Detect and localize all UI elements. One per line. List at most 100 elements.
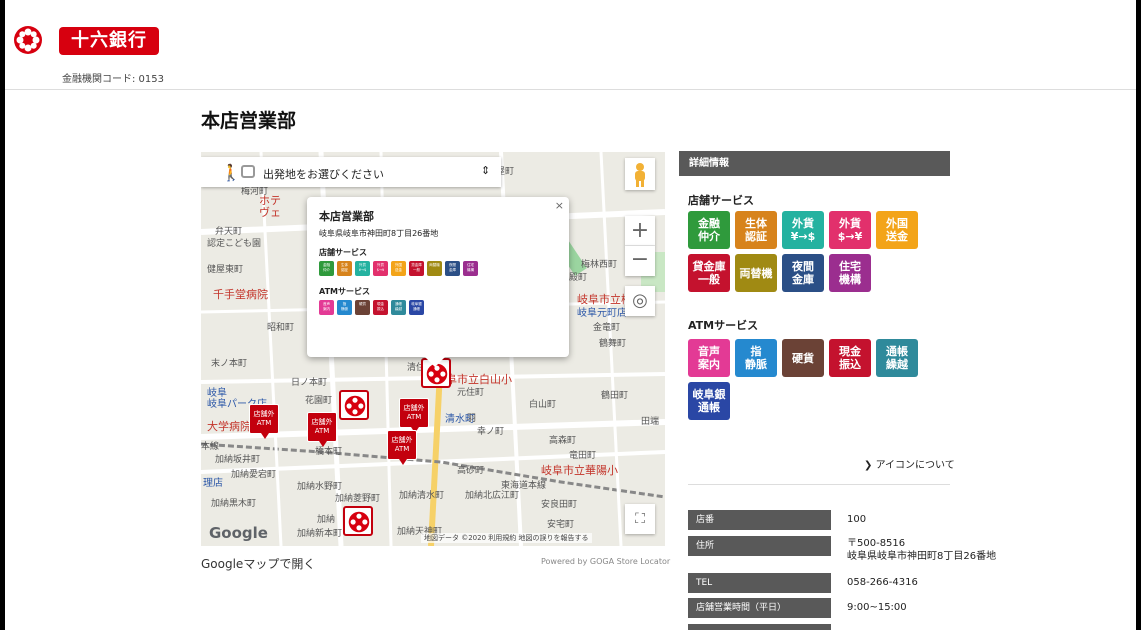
chevron-right-icon: ❯: [864, 460, 876, 471]
atm-pin[interactable]: 店舗外ATM: [399, 398, 429, 433]
icon-about-label: アイコンについて: [875, 460, 955, 471]
store-service-icon: 貸金庫 一般: [409, 261, 424, 276]
atm-service-icon: 現金 振込: [829, 339, 871, 377]
info-window-address: 岐阜県岐阜市神田町8丁目26番地: [319, 229, 439, 238]
branch-pin[interactable]: [339, 390, 369, 420]
route-origin-select[interactable]: 出発地をお選びください: [263, 166, 384, 182]
icon-about-link[interactable]: ❯ アイコンについて: [864, 456, 955, 471]
map-label: 鶴田町: [601, 391, 629, 401]
bank-code: 金融機関コード: 0153: [62, 74, 164, 85]
store-service-icon: 貸金庫 一般: [688, 254, 730, 292]
atm-pin[interactable]: 店舗外ATM: [387, 430, 417, 465]
atm-service-icon: 通帳 繰越: [876, 339, 918, 377]
map-label: 大学病院: [207, 420, 251, 433]
atm-service-icon: 岐阜銀 通帳: [688, 382, 730, 420]
zoom-in-button[interactable]: +: [625, 216, 655, 246]
map-label: 日ノ本町: [291, 378, 328, 388]
detail-value-tel: 058-266-4316: [847, 577, 918, 588]
map-label: 安良田町: [541, 500, 578, 510]
store-service-icon: 外貨 $→¥: [829, 211, 871, 249]
info-atm-services: 音声 案内指 静脈 硬貨 現金 振込 通帳 繰越 岐阜銀 通帳: [319, 300, 519, 315]
map-label: 殿町: [569, 273, 588, 283]
store-services-grid: 金融 仲介 生体 認証 外貨 ¥→$ 外貨 $→¥ 外国 送金 貸金庫 一般 両替機 夜間 金…: [688, 211, 928, 292]
map-label: 高砂町: [457, 466, 485, 476]
info-store-services-label: 店舗サービス: [319, 248, 367, 257]
store-service-icon: 両替機: [427, 261, 442, 276]
detail-value-hours: 9:00~15:00: [847, 602, 907, 613]
map-label: 加納: [317, 515, 336, 525]
store-service-icon: 両替機: [735, 254, 777, 292]
store-service-icon: 外貨 $→¥: [373, 261, 388, 276]
map-label: 田端: [641, 417, 660, 427]
page-title: 本店営業部: [201, 110, 297, 132]
street-view-pegman-icon[interactable]: [625, 158, 655, 190]
route-selector[interactable]: 🚶 出発地をお選びください ⇕: [201, 157, 501, 187]
atm-service-icon: 音声 案内: [319, 300, 334, 315]
map-label: 竜田町: [569, 451, 597, 461]
atm-service-icon: 音声 案内: [688, 339, 730, 377]
map-view[interactable]: 梅河町 金屋町 ホテ ヴェ 弁天町 認定こども園 健屋東町 千手堂病院 昭和町 …: [201, 152, 665, 546]
store-service-icon: 外国 送金: [876, 211, 918, 249]
map-label: 鶴舞町: [599, 339, 627, 349]
store-service-icon: 外国 送金: [391, 261, 406, 276]
detail-label-address: 住所: [688, 536, 831, 556]
detail-header: 詳細情報: [679, 151, 950, 176]
atm-pin[interactable]: 店舗外ATM: [249, 404, 279, 439]
car-icon[interactable]: [241, 165, 255, 178]
map-label: 認定こども園: [207, 239, 262, 249]
map-label: 岐阜市立華陽小: [541, 464, 618, 477]
map-label: 岐阜元町店: [577, 308, 627, 319]
map-label: 梅林西町: [581, 260, 618, 270]
detail-value-address: 〒500-8516 岐阜県岐阜市神田町8丁目26番地: [847, 538, 997, 562]
atm-service-icon: 現金 振込: [373, 300, 388, 315]
fullscreen-icon[interactable]: ⛶: [625, 504, 655, 534]
atm-service-icon: 硬貨: [782, 339, 824, 377]
my-location-icon[interactable]: ◎: [625, 286, 655, 316]
map-attribution[interactable]: 地図データ ©2020 利用規約 地図の誤りを報告する: [421, 533, 592, 543]
google-logo: Google: [209, 524, 268, 542]
map-label: 本線: [201, 442, 220, 452]
atm-pin[interactable]: 店舗外ATM: [307, 412, 337, 447]
store-service-icon: 金融 仲介: [319, 261, 334, 276]
store-service-icon: 金融 仲介: [688, 211, 730, 249]
store-service-icon: 住宅 機構: [829, 254, 871, 292]
bank-logo-text[interactable]: 十六銀行: [59, 27, 159, 55]
page-frame: 十六銀行 金融機関コード: 0153 本店営業部 梅河町 金屋町 ホテ ヴェ 弁…: [5, 0, 1136, 630]
detail-value-branch-no: 100: [847, 514, 867, 525]
map-label: 安宅町: [547, 520, 575, 530]
atm-service-icon: 指 静脈: [337, 300, 352, 315]
map-label: 加納坂井町: [215, 455, 261, 465]
powered-by[interactable]: Powered by GOGA Store Locator: [541, 557, 670, 566]
map-label: 加納清水町: [399, 491, 445, 501]
atm-service-icon: 硬貨: [355, 300, 370, 315]
atm-services-label: ATMサービス: [688, 319, 759, 332]
store-service-icon: 外貨 ¥→$: [782, 211, 824, 249]
map-label: 加納愛宕町: [231, 470, 277, 480]
branch-pin[interactable]: [343, 506, 373, 536]
store-service-icon: 生体 認証: [337, 261, 352, 276]
close-icon[interactable]: ×: [555, 199, 564, 212]
atm-services-grid: 音声 案内指 静脈 硬貨 現金 振込 通帳 繰越 岐阜銀 通帳: [688, 339, 928, 420]
map-label: 高森町: [549, 436, 577, 446]
chevron-updown-icon[interactable]: ⇕: [481, 164, 490, 177]
walk-icon[interactable]: 🚶: [221, 163, 241, 182]
site-header: 十六銀行 金融機関コード: 0153: [5, 0, 1136, 90]
map-label: 東海道本線: [501, 481, 547, 491]
store-service-icon: 夜間 金庫: [782, 254, 824, 292]
map-label: 白山町: [529, 400, 557, 410]
detail-label-branch-no: 店番: [688, 510, 831, 530]
bank-logo-icon: [344, 395, 366, 417]
map-label: 花園町: [305, 396, 333, 406]
store-service-icon: 夜間 金庫: [445, 261, 460, 276]
map-label: ヴェ: [259, 206, 281, 219]
map-label: 金竜町: [593, 323, 621, 333]
atm-service-icon: 岐阜銀 通帳: [409, 300, 424, 315]
bank-logo-mark-icon[interactable]: [13, 25, 43, 55]
zoom-out-button[interactable]: −: [625, 246, 655, 276]
map-label: 理店: [203, 478, 223, 489]
map-label: 加納菱野町: [335, 494, 381, 504]
map-label: 末ノ本町: [211, 359, 248, 369]
detail-label-hours: 店舗営業時間（平日）: [688, 598, 831, 618]
open-google-maps-link[interactable]: Googleマップで開く: [201, 555, 315, 572]
map-label: 幸ノ町: [477, 427, 505, 437]
